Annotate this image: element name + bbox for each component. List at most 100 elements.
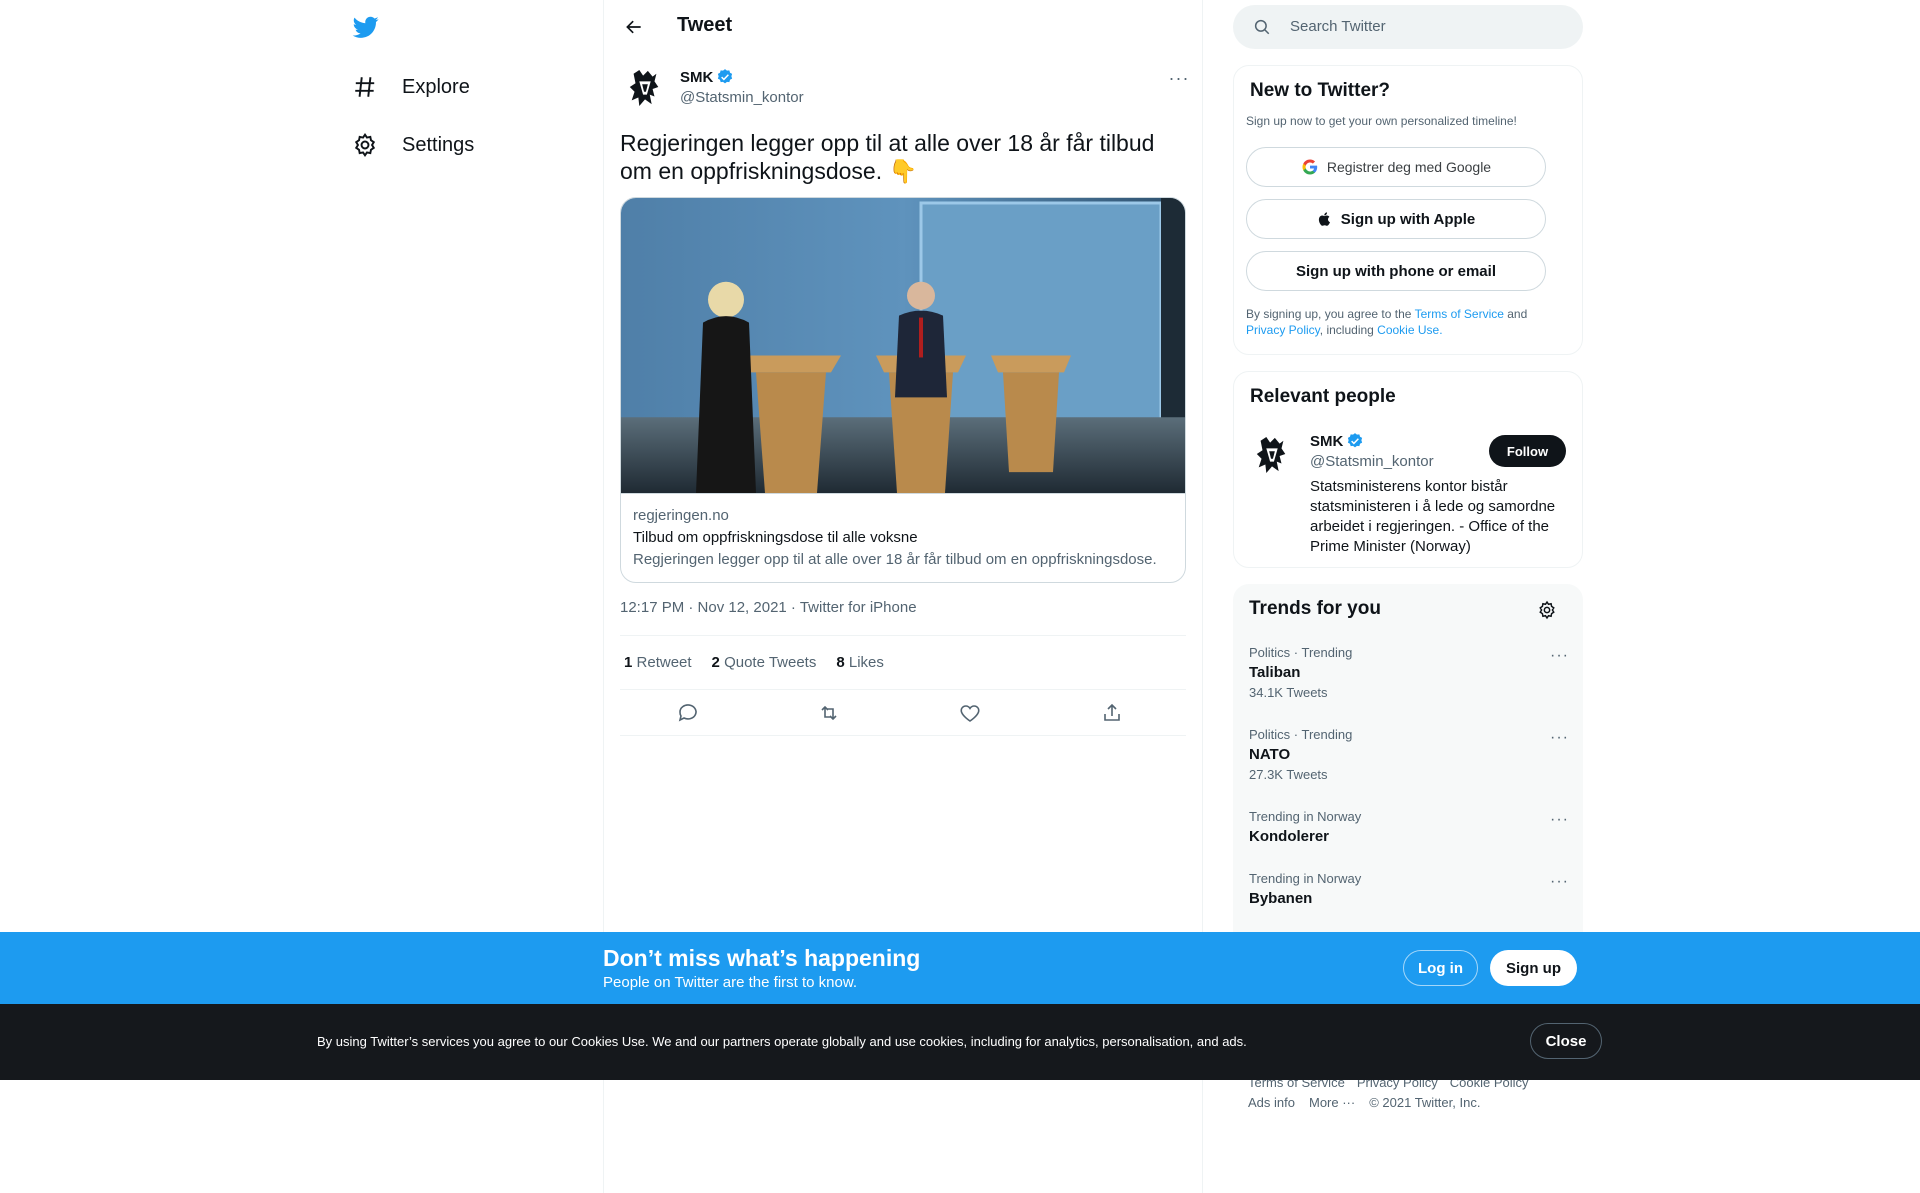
nav-item-label: Settings bbox=[402, 133, 475, 156]
relevant-person-name[interactable]: SMK bbox=[1310, 432, 1364, 450]
trend-category: Trending in Norway bbox=[1249, 809, 1362, 824]
privacy-policy-link[interactable]: Privacy Policy bbox=[1246, 323, 1320, 337]
trend-item[interactable]: Politics · Trending NATO 27.3K Tweets ··… bbox=[1249, 727, 1569, 782]
cookie-consent-text: By using Twitter’s services you agree to… bbox=[317, 1034, 1247, 1049]
card-domain: regjeringen.no bbox=[633, 507, 729, 524]
author-name[interactable]: SMK bbox=[680, 68, 734, 86]
relevant-person-handle[interactable]: @Statsmin_kontor bbox=[1310, 453, 1434, 470]
verified-badge-icon bbox=[1348, 433, 1363, 448]
quotes-label: Quote Tweets bbox=[724, 654, 817, 671]
like-heart-icon[interactable] bbox=[958, 701, 982, 725]
more-options-icon[interactable]: ··· bbox=[1550, 729, 1569, 747]
google-logo-icon bbox=[1302, 159, 1318, 175]
trend-name: Kondolerer bbox=[1249, 828, 1330, 845]
trend-category: Politics · Trending bbox=[1249, 727, 1353, 742]
likes-count: 8 bbox=[836, 654, 845, 671]
google-signup-label: Registrer deg med Google bbox=[1326, 159, 1492, 175]
avatar[interactable] bbox=[624, 67, 666, 109]
legal-text-1: By signing up, you agree to the bbox=[1246, 307, 1415, 321]
phone-email-signup-label: Sign up with phone or email bbox=[1295, 262, 1496, 280]
quote-tweets-stat[interactable]: 2 Quote Tweets bbox=[712, 654, 817, 671]
relevant-name-text: SMK bbox=[1310, 432, 1344, 450]
follow-button[interactable]: Follow bbox=[1489, 435, 1566, 467]
likes-stat[interactable]: 8 Likes bbox=[836, 654, 884, 671]
retweets-count: 1 bbox=[624, 654, 633, 671]
phone-email-signup-button[interactable]: Sign up with phone or email bbox=[1246, 251, 1546, 291]
login-prompt-subtitle: People on Twitter are the first to know. bbox=[603, 974, 858, 991]
retweets-label: Retweet bbox=[636, 654, 692, 671]
tweet-header: Tweet bbox=[604, 0, 1204, 53]
more-options-icon[interactable]: ··· bbox=[1550, 873, 1569, 891]
trends-title: Trends for you bbox=[1249, 598, 1381, 619]
retweet-icon[interactable] bbox=[817, 701, 841, 725]
tweet-timestamp[interactable]: 12:17 PM · Nov 12, 2021 · Twitter for iP… bbox=[620, 599, 917, 616]
author-handle[interactable]: @Statsmin_kontor bbox=[680, 89, 804, 106]
apple-signup-button[interactable]: Sign up with Apple bbox=[1246, 199, 1546, 239]
gear-icon bbox=[354, 132, 376, 158]
signup-panel: New to Twitter? Sign up now to get your … bbox=[1233, 65, 1583, 355]
apple-logo-icon bbox=[1318, 212, 1330, 226]
tweet-actions bbox=[620, 690, 1186, 736]
trend-count: 27.3K Tweets bbox=[1249, 767, 1328, 782]
search-icon bbox=[1254, 19, 1270, 35]
trend-item[interactable]: Trending in Norway Kondolerer ··· bbox=[1249, 809, 1569, 845]
trend-count: 34.1K Tweets bbox=[1249, 685, 1328, 700]
login-prompt-bar: Don’t miss what’s happening People on Tw… bbox=[0, 932, 1920, 1004]
trends-panel: Trends for you Politics · Trending Talib… bbox=[1233, 584, 1583, 932]
reply-icon[interactable] bbox=[676, 701, 700, 725]
verified-badge-icon bbox=[718, 69, 733, 84]
trend-category: Trending in Norway bbox=[1249, 871, 1362, 886]
trend-category: Politics · Trending bbox=[1249, 645, 1353, 660]
tweet-stats: 1 Retweet 2 Quote Tweets 8 Likes bbox=[620, 635, 1186, 690]
footer-copyright: © 2021 Twitter, Inc. bbox=[1369, 1095, 1481, 1110]
apple-signup-label: Sign up with Apple bbox=[1340, 210, 1476, 228]
likes-label: Likes bbox=[848, 654, 884, 671]
norway-lion-crest-icon bbox=[1256, 436, 1286, 474]
relevant-person-bio: Statsministerens kontor bistår statsmini… bbox=[1310, 478, 1556, 555]
trend-item[interactable]: Trending in Norway Bybanen ··· bbox=[1249, 871, 1569, 907]
login-button[interactable]: Log in bbox=[1403, 950, 1478, 986]
more-options-icon[interactable]: ··· bbox=[1550, 647, 1569, 665]
quotes-count: 2 bbox=[711, 654, 720, 671]
signup-button[interactable]: Sign up bbox=[1490, 950, 1577, 986]
avatar[interactable] bbox=[1250, 433, 1294, 477]
legal-text-2: and bbox=[1503, 307, 1528, 321]
footer-links-row-2: Ads info More ··· © 2021 Twitter, Inc. bbox=[1248, 1095, 1480, 1110]
link-card[interactable]: regjeringen.no Tilbud om oppfriskningsdo… bbox=[620, 197, 1186, 583]
hashtag-icon bbox=[355, 77, 375, 97]
cookie-consent-bar: By using Twitter’s services you agree to… bbox=[0, 1004, 1920, 1080]
footer-ads-link[interactable]: Ads info bbox=[1248, 1095, 1295, 1110]
more-options-icon[interactable]: ··· bbox=[1550, 811, 1569, 829]
footer-more-link[interactable]: More ··· bbox=[1309, 1095, 1355, 1110]
more-options-icon[interactable]: ··· bbox=[1164, 68, 1194, 88]
trend-name: NATO bbox=[1249, 746, 1291, 763]
trend-name: Bybanen bbox=[1249, 890, 1313, 907]
back-arrow-icon[interactable] bbox=[620, 13, 648, 41]
trend-name: Taliban bbox=[1249, 664, 1301, 681]
google-signup-button[interactable]: Registrer deg med Google bbox=[1246, 147, 1546, 187]
card-description: Regjeringen legger opp til at alle over … bbox=[633, 551, 1157, 568]
norway-lion-crest-icon bbox=[629, 69, 659, 107]
relevant-people-panel: Relevant people SMK @Statsmin_kontor Fol… bbox=[1233, 371, 1583, 568]
share-icon[interactable] bbox=[1100, 701, 1124, 725]
page-title: Tweet bbox=[677, 14, 733, 36]
retweets-stat[interactable]: 1 Retweet bbox=[624, 654, 692, 671]
search-placeholder: Search Twitter bbox=[1290, 18, 1386, 35]
author-name-text: SMK bbox=[680, 68, 714, 86]
cookie-use-link[interactable]: Cookie Use. bbox=[1377, 323, 1442, 337]
terms-of-service-link[interactable]: Terms of Service bbox=[1415, 307, 1504, 321]
relevant-people-title: Relevant people bbox=[1250, 386, 1396, 407]
search-input[interactable]: Search Twitter bbox=[1233, 5, 1583, 49]
tweet-text: Regjeringen legger opp til at alle over … bbox=[620, 130, 1155, 184]
login-prompt-title: Don’t miss what’s happening bbox=[603, 945, 921, 971]
signup-subtitle: Sign up now to get your own personalized… bbox=[1246, 114, 1517, 128]
trend-item[interactable]: Politics · Trending Taliban 34.1K Tweets… bbox=[1249, 645, 1569, 700]
nav-item-label: Explore bbox=[402, 75, 470, 98]
nav-item-explore[interactable]: Explore bbox=[340, 63, 482, 111]
gear-icon[interactable] bbox=[1537, 600, 1557, 620]
legal-text-3: , including bbox=[1319, 323, 1378, 337]
twitter-logo-icon[interactable] bbox=[351, 14, 381, 40]
nav-item-settings[interactable]: Settings bbox=[340, 121, 486, 169]
signup-title: New to Twitter? bbox=[1250, 80, 1391, 101]
close-button[interactable]: Close bbox=[1530, 1023, 1602, 1059]
